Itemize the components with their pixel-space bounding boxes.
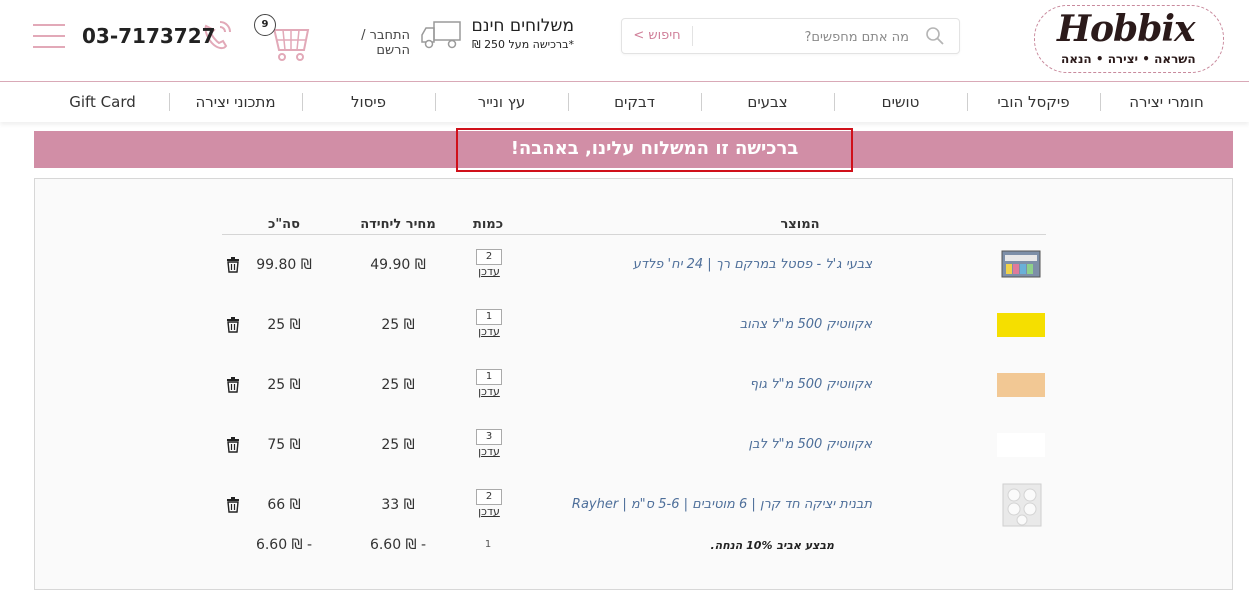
column-header-unit-price: מחיר ליחידה [360, 217, 436, 232]
product-image-swatch[interactable] [997, 433, 1045, 457]
quantity-input[interactable]: 2 [476, 489, 502, 505]
line-total: 25 ₪ [267, 317, 301, 333]
unit-price: 49.90 ₪ [370, 257, 426, 273]
promo-name: מבצע אביב 10% הנחה. [710, 539, 834, 552]
unit-price: 25 ₪ [381, 377, 415, 393]
nav-item-wood-paper[interactable]: עץ ונייר [435, 82, 568, 122]
truck-icon [421, 21, 461, 49]
column-header-product: המוצר [780, 217, 820, 232]
column-header-quantity: כמות [472, 217, 504, 232]
nav-separator [302, 93, 303, 111]
nav-item-sculpting[interactable]: פיסול [302, 82, 435, 122]
update-quantity-link[interactable]: עדכן [476, 265, 502, 278]
cart-row: אקווטיק 500 מ"ל גוף 1 עדכן 25 ₪ 25 ₪ [0, 355, 1249, 415]
promo-total-discount: 6.60 ₪ - [255, 537, 313, 553]
phone-number[interactable]: 03-7173727 [82, 24, 216, 48]
cart-row: תבנית יציקה חד קרן | 6 מוטיבים | 5-6 ס"מ… [0, 475, 1249, 535]
cart-row: צבעי ג'ל - פסטל במרקם רך | 24 יח' פלדע 2… [0, 235, 1249, 295]
update-quantity-link[interactable]: עדכן [476, 325, 502, 338]
free-shipping-condition: *ברכישה מעל 250 ₪ [471, 38, 574, 51]
site-logo[interactable]: Hobbix השראה • יצירה • הנאה [1034, 5, 1224, 73]
nav-item-markers[interactable]: טושים [834, 82, 967, 122]
search-button[interactable]: חיפוש > [622, 26, 693, 46]
free-shipping-title: משלוחים חינם [471, 16, 574, 36]
product-image[interactable] [1002, 483, 1042, 527]
cart-row: אקווטיק 500 מ"ל צהוב 1 עדכן 25 ₪ 25 ₪ [0, 295, 1249, 355]
promo-row: מבצע אביב 10% הנחה. 1 6.60 ₪ - 6.60 ₪ - [0, 530, 1249, 560]
nav-item-paints[interactable]: צבעים [701, 82, 834, 122]
cart-count-badge: 9 [254, 14, 276, 36]
search-icon[interactable] [925, 26, 945, 46]
nav-separator [568, 93, 569, 111]
nav-separator [169, 93, 170, 111]
unit-price: 33 ₪ [381, 497, 415, 513]
quantity-input[interactable]: 1 [476, 309, 502, 325]
update-quantity-link[interactable]: עדכן [476, 445, 502, 458]
trash-icon[interactable] [226, 437, 240, 453]
quantity-input[interactable]: 1 [476, 369, 502, 385]
product-name-link[interactable]: אקווטיק 500 מ"ל לבן [442, 437, 872, 452]
logo-wordmark: Hobbix [1057, 8, 1196, 50]
site-header: Hobbix השראה • יצירה • הנאה חיפוש > משלו… [0, 0, 1249, 82]
line-total: 66 ₪ [267, 497, 301, 513]
nav-item-gift-card[interactable]: Gift Card [36, 82, 169, 122]
search-bar: חיפוש > [621, 18, 960, 54]
product-name-link[interactable]: אקווטיק 500 מ"ל צהוב [442, 317, 872, 332]
trash-icon[interactable] [226, 317, 240, 333]
promo-unit-discount: 6.60 ₪ - [369, 537, 427, 553]
product-image-swatch[interactable] [997, 313, 1045, 337]
cart-row: אקווטיק 500 מ"ל לבן 3 עדכן 25 ₪ 75 ₪ [0, 415, 1249, 475]
line-total: 75 ₪ [267, 437, 301, 453]
nav-item-craft-recipes[interactable]: מתכוני יצירה [169, 82, 302, 122]
unit-price: 25 ₪ [381, 437, 415, 453]
product-name-link[interactable]: אקווטיק 500 מ"ל גוף [442, 377, 872, 392]
promo-quantity: 1 [484, 539, 492, 550]
nav-item-glues[interactable]: דבקים [568, 82, 701, 122]
product-name-link[interactable]: תבנית יציקה חד קרן | 6 מוטיבים | 5-6 ס"מ… [442, 497, 872, 512]
product-image-swatch[interactable] [997, 373, 1045, 397]
cart-button[interactable]: 9 [254, 14, 310, 62]
nav-separator [701, 93, 702, 111]
main-nav: חומרי יצירה פיקסל הובי טושים צבעים דבקים… [0, 82, 1249, 122]
product-name-link[interactable]: צבעי ג'ל - פסטל במרקם רך | 24 יח' פלדע [442, 257, 872, 272]
nav-separator [1100, 93, 1101, 111]
nav-item-pixel-hobby[interactable]: פיקסל הובי [967, 82, 1100, 122]
nav-item-craft-supplies[interactable]: חומרי יצירה [1100, 82, 1233, 122]
line-total: 99.80 ₪ [256, 257, 312, 273]
login-register-link[interactable]: התחבר / הרשם [326, 28, 410, 58]
nav-separator [834, 93, 835, 111]
nav-separator [967, 93, 968, 111]
update-quantity-link[interactable]: עדכן [476, 385, 502, 398]
logo-tagline: השראה • יצירה • הנאה [1061, 52, 1196, 66]
search-input[interactable] [707, 25, 911, 49]
update-quantity-link[interactable]: עדכן [476, 505, 502, 518]
hamburger-menu-icon[interactable] [33, 22, 65, 50]
quantity-input[interactable]: 3 [476, 429, 502, 445]
product-image[interactable] [997, 247, 1045, 283]
quantity-input[interactable]: 2 [476, 249, 502, 265]
trash-icon[interactable] [226, 497, 240, 513]
trash-icon[interactable] [226, 257, 240, 273]
unit-price: 25 ₪ [381, 317, 415, 333]
trash-icon[interactable] [226, 377, 240, 393]
line-total: 25 ₪ [267, 377, 301, 393]
banner-text: ברכישה זו המשלוח עלינו, באהבה! [510, 138, 799, 159]
nav-separator [435, 93, 436, 111]
column-header-total: סה"כ [268, 217, 300, 232]
